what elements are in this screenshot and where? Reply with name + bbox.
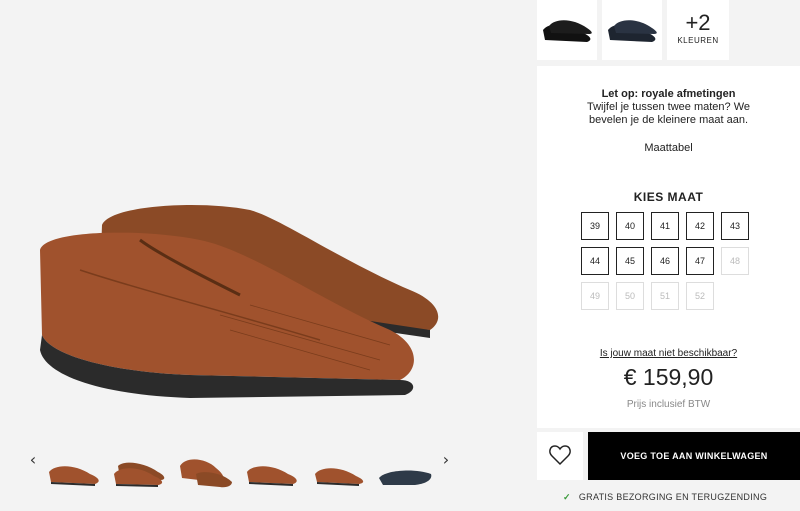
price: € 159,90 (623, 364, 714, 390)
color-selector: +2 KLEUREN (537, 0, 800, 64)
size-option-51-unavailable: 51 (651, 282, 679, 310)
thumbnail-2[interactable] (110, 452, 170, 492)
color-swatch-black[interactable] (537, 0, 597, 60)
thumbnail-3[interactable] (176, 452, 236, 492)
thumbnail-5[interactable] (309, 452, 369, 492)
color-swatch-navy[interactable] (602, 0, 662, 60)
size-option-50-unavailable: 50 (616, 282, 644, 310)
size-option-47[interactable]: 47 (686, 247, 714, 275)
add-to-cart-button[interactable]: VOEG TOE AAN WINKELWAGEN (588, 432, 800, 480)
size-option-45[interactable]: 45 (616, 247, 644, 275)
size-option-48-unavailable: 48 (721, 247, 749, 275)
size-option-52-unavailable: 52 (686, 282, 714, 310)
size-option-46[interactable]: 46 (651, 247, 679, 275)
chevron-right-icon[interactable]: › (436, 450, 456, 470)
chevron-left-icon[interactable]: ‹ (23, 450, 43, 470)
size-option-39[interactable]: 39 (581, 212, 609, 240)
shipping-text: GRATIS BEZORGING EN TERUGZENDING (578, 492, 768, 502)
price-vat-note: Prijs inclusief BTW (626, 399, 711, 410)
size-chart-link[interactable]: Maattabel (537, 142, 800, 154)
size-option-44[interactable]: 44 (581, 247, 609, 275)
more-colors-count: +2 (685, 10, 711, 35)
product-options: +2 KLEUREN Let op: royale afmetingen Twi… (537, 0, 800, 511)
thumbnail-6-sole[interactable] (375, 452, 435, 492)
size-option-43[interactable]: 43 (721, 212, 749, 240)
product-main-image[interactable] (20, 180, 490, 420)
sizing-notice: Let op: royale afmetingen Twijfel je tus… (567, 88, 770, 127)
wishlist-button[interactable] (537, 432, 583, 480)
size-option-40[interactable]: 40 (616, 212, 644, 240)
more-colors-label: KLEUREN (677, 36, 719, 45)
more-colors-button[interactable]: +2 KLEUREN (667, 0, 729, 60)
notice-title: Let op: royale afmetingen (601, 88, 736, 100)
shipping-info: ✓ GRATIS BEZORGING EN TERUGZENDING (563, 492, 800, 503)
thumbnail-4[interactable] (243, 452, 303, 492)
heart-icon (549, 445, 571, 466)
notice-body: Twijfel je tussen twee maten? We bevelen… (586, 101, 751, 126)
check-icon: ✓ (563, 492, 571, 502)
size-heading: KIES MAAT (633, 190, 704, 204)
size-unavailable-link[interactable]: Is jouw maat niet beschikbaar? (537, 348, 800, 359)
size-option-42[interactable]: 42 (686, 212, 714, 240)
size-panel: Let op: royale afmetingen Twijfel je tus… (537, 66, 800, 428)
product-gallery: ‹ › (0, 0, 537, 511)
thumbnail-1[interactable] (45, 452, 105, 492)
size-option-49-unavailable: 49 (581, 282, 609, 310)
size-option-41[interactable]: 41 (651, 212, 679, 240)
